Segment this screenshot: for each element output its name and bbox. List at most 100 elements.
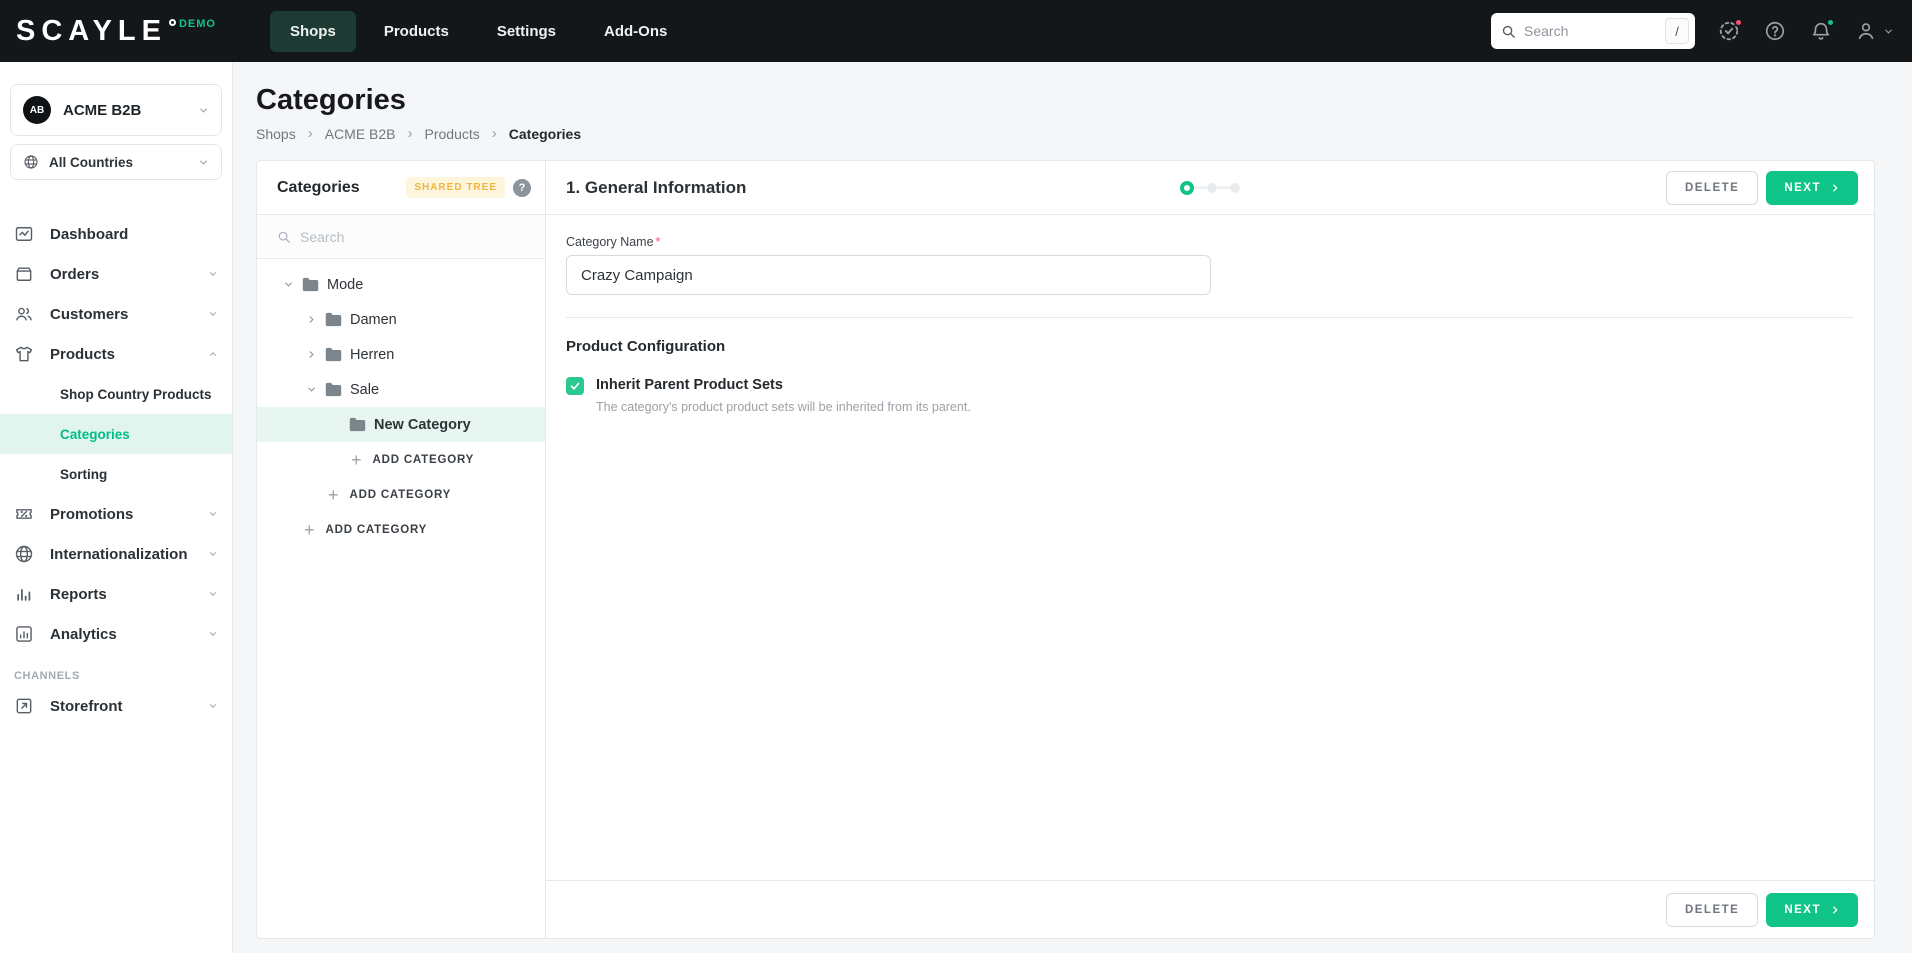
sidebar-item-sorting[interactable]: Sorting xyxy=(0,454,232,494)
sidebar-item-reports[interactable]: Reports xyxy=(0,574,232,614)
search-icon xyxy=(277,230,291,244)
sidebar-item-shop-country-products[interactable]: Shop Country Products xyxy=(0,374,232,414)
step-dot-3 xyxy=(1230,183,1240,193)
tree-search-input[interactable] xyxy=(300,229,525,245)
sidebar-item-analytics[interactable]: Analytics xyxy=(0,614,232,654)
category-form-panel: 1. General Information DELETE NEXT xyxy=(546,161,1874,938)
step-title: 1. General Information xyxy=(566,178,746,198)
chevron-down-icon[interactable] xyxy=(306,384,317,395)
chevron-right-icon xyxy=(1830,905,1840,915)
tree-node-sale[interactable]: Sale xyxy=(257,372,545,407)
chevron-down-icon xyxy=(198,157,209,168)
breadcrumb: Shops › ACME B2B › Products › Categories xyxy=(256,125,1875,142)
tree-node-damen[interactable]: Damen xyxy=(257,302,545,337)
inherit-checkbox-label[interactable]: Inherit Parent Product Sets xyxy=(596,377,783,393)
country-selector[interactable]: All Countries xyxy=(10,144,222,180)
header-actions: DELETE NEXT xyxy=(1666,171,1858,205)
tree-node-herren[interactable]: Herren xyxy=(257,337,545,372)
step-dot-2 xyxy=(1207,183,1217,193)
chevron-up-icon xyxy=(208,349,218,359)
nav-tab-addons[interactable]: Add-Ons xyxy=(584,11,687,52)
search-input[interactable] xyxy=(1524,23,1657,39)
system-status-icon[interactable] xyxy=(1717,19,1741,43)
chevron-down-icon xyxy=(198,105,209,116)
orders-box-icon xyxy=(14,264,34,284)
add-category-button-root[interactable]: + ADD CATEGORY xyxy=(257,512,545,547)
add-category-button-level2[interactable]: + ADD CATEGORY xyxy=(257,477,545,512)
category-name-label: Category Name* xyxy=(566,235,1854,249)
sidebar: AB ACME B2B All Countries Dashboard xyxy=(0,62,233,953)
breadcrumb-products[interactable]: Products xyxy=(425,126,480,142)
tree-panel-title: Categories xyxy=(277,179,360,197)
plus-icon: + xyxy=(328,488,339,502)
inherit-checkbox-checked[interactable] xyxy=(566,377,584,395)
nav-tab-settings[interactable]: Settings xyxy=(477,11,576,52)
next-button[interactable]: NEXT xyxy=(1766,171,1858,205)
shop-selector[interactable]: AB ACME B2B xyxy=(10,84,222,136)
sidebar-item-products[interactable]: Products xyxy=(0,334,232,374)
user-avatar-icon xyxy=(1855,20,1877,42)
wizard-stepper xyxy=(1180,181,1240,195)
sidebar-item-storefront[interactable]: Storefront xyxy=(0,686,232,726)
shop-name: ACME B2B xyxy=(63,102,141,119)
step-connector xyxy=(1217,186,1230,189)
chevron-down-icon xyxy=(208,701,218,711)
globe-icon xyxy=(23,154,39,170)
tree-node-new-category[interactable]: New Category xyxy=(257,407,545,442)
customers-icon xyxy=(14,304,34,324)
breadcrumb-shops[interactable]: Shops xyxy=(256,126,296,142)
chevron-right-icon[interactable] xyxy=(306,349,317,360)
nav-tab-shops[interactable]: Shops xyxy=(270,11,356,52)
global-search[interactable]: / xyxy=(1491,13,1695,49)
tree-node-label: New Category xyxy=(374,417,471,433)
next-button-footer[interactable]: NEXT xyxy=(1766,893,1858,927)
sidebar-item-promotions[interactable]: Promotions xyxy=(0,494,232,534)
delete-button[interactable]: DELETE xyxy=(1666,171,1758,205)
breadcrumb-separator-icon: › xyxy=(492,125,497,142)
tree-node-label: Sale xyxy=(350,382,379,398)
tree-node-label: Herren xyxy=(350,347,394,363)
user-menu-chevron-icon xyxy=(1883,26,1894,37)
delete-button-footer[interactable]: DELETE xyxy=(1666,893,1758,927)
sidebar-item-categories[interactable]: Categories xyxy=(0,414,232,454)
scayle-logo[interactable]: SCAYLE DEMO xyxy=(16,14,216,48)
sidebar-menu: Dashboard Orders Customers xyxy=(0,214,232,726)
sidebar-item-dashboard[interactable]: Dashboard xyxy=(0,214,232,254)
globe-icon xyxy=(14,544,34,564)
step-connector xyxy=(1194,186,1207,189)
logo-ring-icon xyxy=(169,19,176,26)
add-category-button-level3[interactable]: + ADD CATEGORY xyxy=(257,442,545,477)
chevron-down-icon xyxy=(208,309,218,319)
tree-node-label: Mode xyxy=(327,277,363,293)
user-menu[interactable] xyxy=(1855,20,1894,42)
tree-node-mode[interactable]: Mode xyxy=(257,267,545,302)
chevron-down-icon[interactable] xyxy=(283,279,294,290)
chevron-down-icon xyxy=(208,269,218,279)
category-name-input[interactable] xyxy=(566,255,1211,295)
notifications-dot xyxy=(1826,18,1835,27)
tree-help-icon[interactable]: ? xyxy=(513,179,531,197)
sidebar-item-customers[interactable]: Customers xyxy=(0,294,232,334)
breadcrumb-separator-icon: › xyxy=(308,125,313,142)
inherit-checkbox-description: The category's product product sets will… xyxy=(596,400,1854,414)
form-header: 1. General Information DELETE NEXT xyxy=(546,161,1874,215)
shop-avatar: AB xyxy=(23,96,51,124)
sidebar-item-internationalization[interactable]: Internationalization xyxy=(0,534,232,574)
analytics-icon xyxy=(14,624,34,644)
help-icon[interactable] xyxy=(1763,19,1787,43)
notifications-bell-icon[interactable] xyxy=(1809,19,1833,43)
nav-tab-products[interactable]: Products xyxy=(364,11,469,52)
tree-search[interactable] xyxy=(257,215,545,259)
folder-icon xyxy=(302,277,319,292)
plus-icon: + xyxy=(351,453,362,467)
chevron-right-icon[interactable] xyxy=(306,314,317,325)
tree-node-label: Damen xyxy=(350,312,397,328)
breadcrumb-current: Categories xyxy=(509,126,581,142)
sidebar-item-orders[interactable]: Orders xyxy=(0,254,232,294)
categories-card: Categories SHARED TREE ? xyxy=(256,160,1875,939)
form-body: Category Name* Product Configuration Inh… xyxy=(546,215,1874,880)
breadcrumb-shop-name[interactable]: ACME B2B xyxy=(325,126,396,142)
required-asterisk: * xyxy=(656,235,661,249)
folder-icon xyxy=(349,417,366,432)
ticket-icon xyxy=(14,504,34,524)
